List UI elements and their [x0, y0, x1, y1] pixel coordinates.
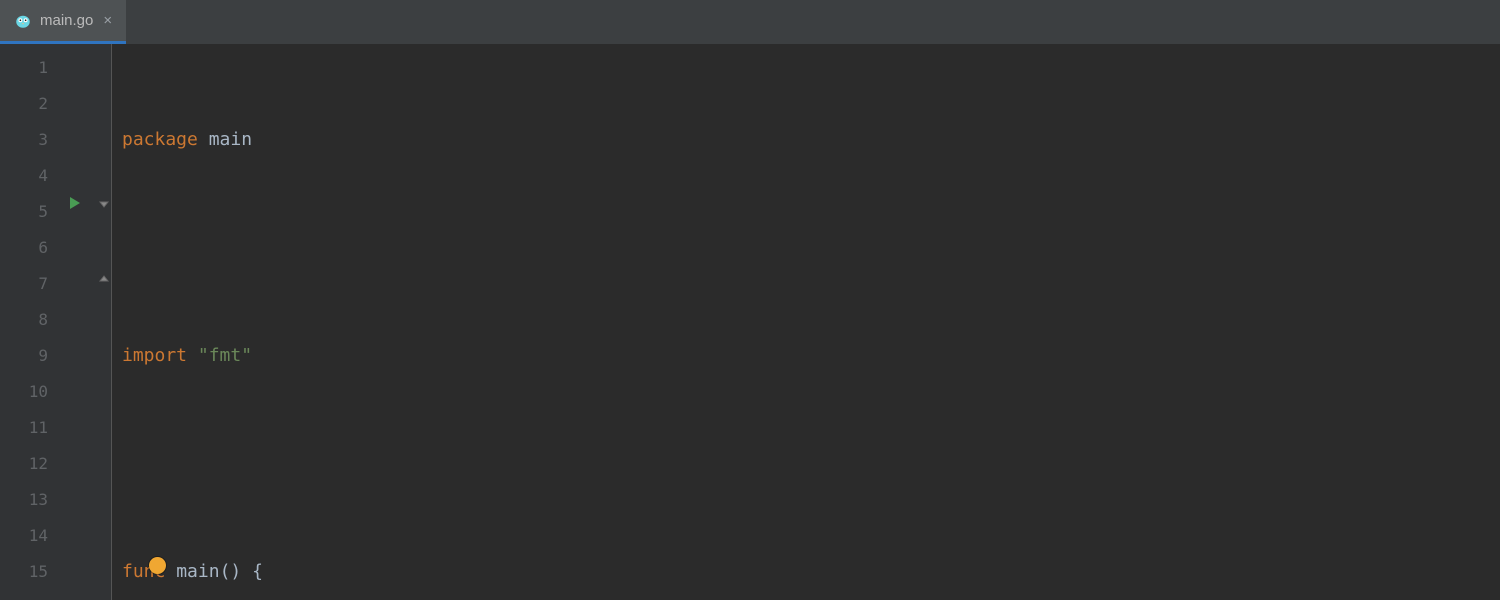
- line-number[interactable]: 6: [0, 230, 48, 266]
- tab-filename: main.go: [40, 12, 93, 29]
- line-number-gutter[interactable]: 1 2 3 4 5 6 7 8 9 10 11 12 13 14 15: [0, 44, 58, 600]
- code-line[interactable]: package main: [122, 122, 1500, 158]
- fold-open-icon[interactable]: [97, 198, 111, 213]
- line-number[interactable]: 14: [0, 518, 48, 554]
- code-line[interactable]: import "fmt": [122, 338, 1500, 374]
- tab-bar: main.go ×: [0, 0, 1500, 44]
- editor[interactable]: 1 2 3 4 5 6 7 8 9 10 11 12 13 14 15 pack…: [0, 44, 1500, 600]
- line-number[interactable]: 13: [0, 482, 48, 518]
- line-number[interactable]: 12: [0, 446, 48, 482]
- code-line[interactable]: [122, 230, 1500, 266]
- line-number[interactable]: 2: [0, 86, 48, 122]
- close-icon[interactable]: ×: [103, 12, 112, 29]
- fold-gutter: [98, 44, 112, 600]
- file-tab[interactable]: main.go ×: [0, 0, 126, 44]
- line-number[interactable]: 15: [0, 554, 48, 590]
- line-number[interactable]: 3: [0, 122, 48, 158]
- line-number[interactable]: 4: [0, 158, 48, 194]
- code-area[interactable]: package main import "fmt" func main() { …: [112, 44, 1500, 600]
- line-number[interactable]: 7: [0, 266, 48, 302]
- line-number[interactable]: 8: [0, 302, 48, 338]
- line-number[interactable]: 9: [0, 338, 48, 374]
- line-number[interactable]: 5: [0, 194, 48, 230]
- code-line[interactable]: [122, 446, 1500, 482]
- line-number[interactable]: 1: [0, 50, 48, 86]
- fold-close-icon[interactable]: [97, 272, 111, 287]
- run-icon[interactable]: [67, 195, 83, 216]
- run-gutter: [58, 44, 98, 600]
- intention-bulb-icon[interactable]: [149, 557, 166, 574]
- line-number[interactable]: 10: [0, 374, 48, 410]
- line-number[interactable]: 11: [0, 410, 48, 446]
- go-file-icon: [14, 12, 32, 30]
- code-line[interactable]: func main() {: [122, 554, 1500, 590]
